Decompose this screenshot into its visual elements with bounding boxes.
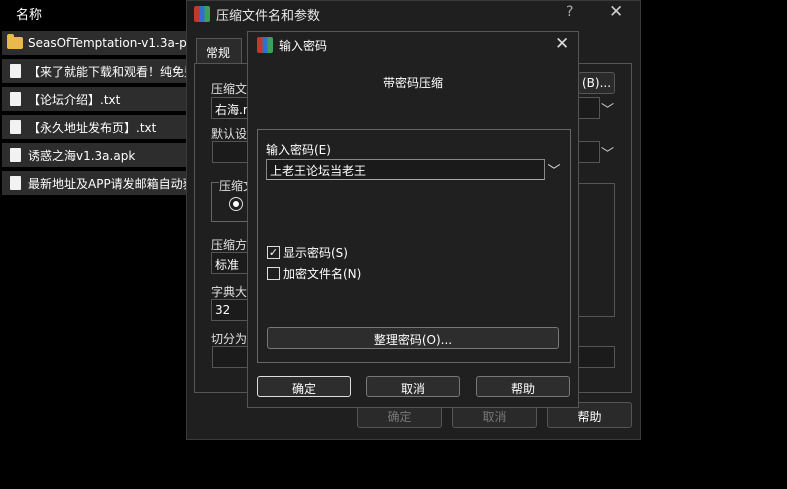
profile-select[interactable]: [212, 141, 249, 163]
profile-select-tail[interactable]: [578, 141, 600, 163]
chevron-down-icon[interactable]: ﹀: [601, 143, 614, 162]
compression-method-label: 压缩方: [211, 238, 248, 252]
chevron-down-icon[interactable]: ﹀: [601, 99, 614, 118]
archive-format-label: 压缩文: [219, 177, 249, 194]
password-input-label: 输入密码(E): [266, 143, 331, 157]
file-row[interactable]: 【来了就能下载和观看！纯免费: [2, 59, 190, 83]
browse-button[interactable]: (B)...: [578, 72, 615, 94]
archive-name-label: 压缩文: [211, 82, 248, 96]
folder-icon: [6, 34, 24, 52]
file-row[interactable]: 最新地址及APP请发邮箱自动获: [2, 171, 190, 195]
checkbox-icon[interactable]: [267, 267, 280, 280]
organize-passwords-button[interactable]: 整理密码(O)...: [267, 327, 559, 349]
file-name: 【永久地址发布页】.txt: [28, 120, 157, 135]
tab-general[interactable]: 常规: [196, 38, 242, 64]
encrypt-filenames-label: 加密文件名(N): [283, 267, 362, 281]
text-file-icon: [6, 90, 24, 108]
split-volumes-label: 切分为: [211, 332, 248, 346]
dictionary-size-select[interactable]: 32: [211, 299, 249, 321]
file-name: 最新地址及APP请发邮箱自动获: [28, 176, 190, 191]
file-name: 【论坛介绍】.txt: [28, 92, 121, 107]
split-volumes-field-tail[interactable]: [578, 346, 615, 368]
radio-dot-icon: [233, 201, 239, 207]
compression-method-select[interactable]: 标准: [211, 252, 249, 274]
split-volumes-field[interactable]: [212, 346, 249, 368]
name-column-header[interactable]: 名称: [0, 0, 190, 24]
format-radio[interactable]: [229, 197, 243, 211]
encrypt-filenames-checkbox[interactable]: 加密文件名(N): [267, 265, 361, 282]
file-name: 诱惑之海v1.3a.apk: [28, 148, 136, 163]
file-row[interactable]: 【论坛介绍】.txt: [2, 87, 190, 111]
file-name: SeasOfTemptation-v1.3a-pc: [28, 36, 190, 50]
password-input[interactable]: [266, 159, 545, 180]
close-icon[interactable]: ✕: [555, 34, 569, 54]
chevron-down-icon[interactable]: ﹀: [545, 160, 563, 180]
default-settings-label: 默认设: [211, 127, 248, 141]
help-icon[interactable]: ?: [566, 4, 573, 20]
file-row[interactable]: SeasOfTemptation-v1.3a-pc: [2, 31, 190, 55]
text-file-icon: [6, 62, 24, 80]
archive-name-field[interactable]: 右海.r: [211, 97, 251, 119]
winrar-icon: [194, 6, 210, 22]
file-name: 【来了就能下载和观看！纯免费: [28, 64, 190, 79]
winrar-icon: [257, 37, 273, 53]
file-icon: [6, 146, 24, 164]
text-file-icon: [6, 118, 24, 136]
help-button[interactable]: 帮助: [476, 376, 570, 397]
text-file-icon: [6, 174, 24, 192]
password-heading: 带密码压缩: [382, 76, 443, 90]
close-icon[interactable]: ✕: [609, 2, 623, 22]
show-password-label: 显示密码(S): [283, 246, 348, 260]
cancel-button[interactable]: 取消: [366, 376, 460, 397]
ok-button[interactable]: 确定: [257, 376, 351, 397]
show-password-checkbox[interactable]: ✓ 显示密码(S): [267, 244, 348, 261]
archive-name-field-tail[interactable]: [578, 97, 600, 119]
checkbox-checked-icon[interactable]: ✓: [267, 246, 280, 259]
file-row[interactable]: 【永久地址发布页】.txt: [2, 115, 190, 139]
dictionary-size-label: 字典大: [211, 285, 248, 299]
file-row[interactable]: 诱惑之海v1.3a.apk: [2, 143, 190, 167]
password-dialog-title: 输入密码: [279, 39, 328, 53]
archive-dialog-title: 压缩文件名和参数: [216, 9, 321, 24]
